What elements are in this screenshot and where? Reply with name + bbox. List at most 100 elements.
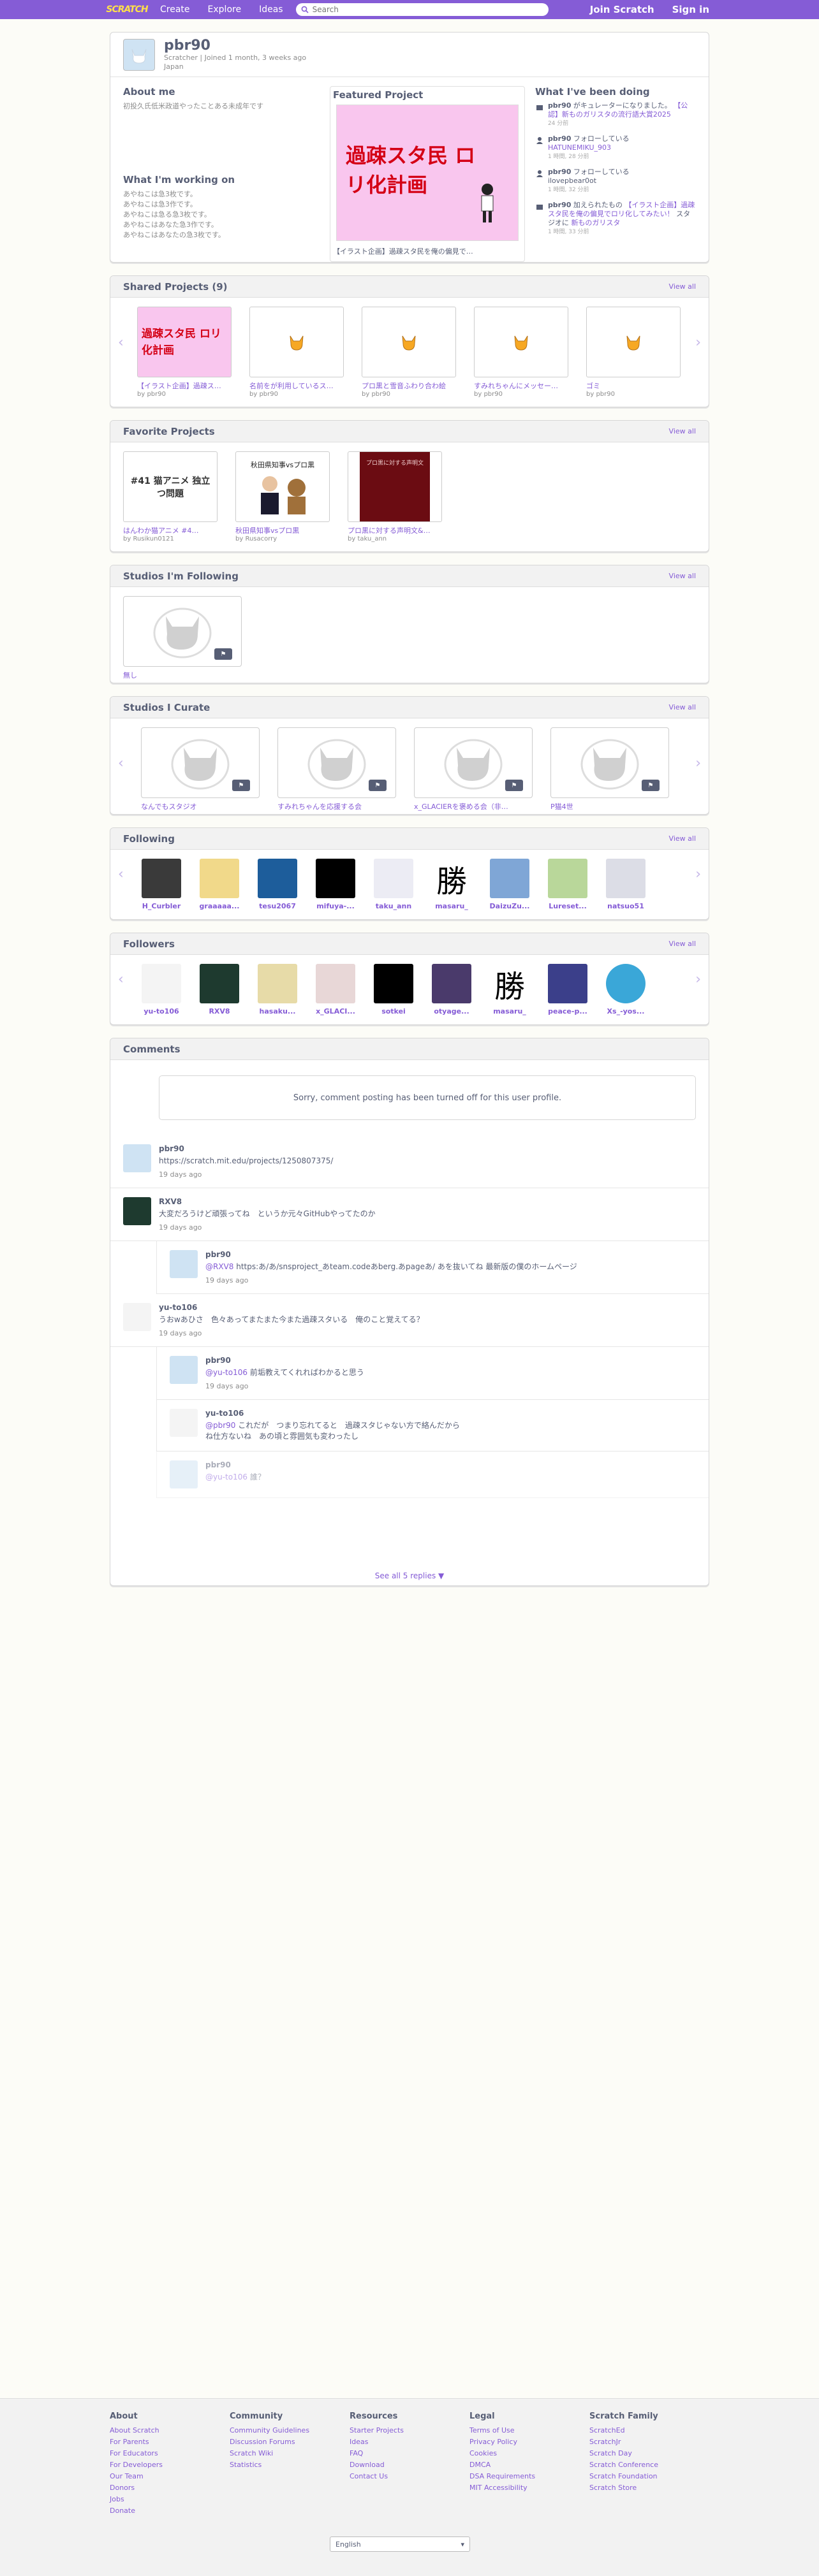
- follow-icon: [536, 170, 543, 177]
- view-all-link[interactable]: View all: [669, 572, 696, 580]
- footer-link[interactable]: Scratch Wiki: [230, 2449, 350, 2457]
- scroll-left-arrow-icon[interactable]: ‹: [118, 866, 124, 882]
- view-all-link[interactable]: View all: [669, 282, 696, 291]
- footer-link[interactable]: Ideas: [350, 2438, 469, 2446]
- footer-link[interactable]: Download: [350, 2461, 469, 2469]
- section-title: Studios I'm Following: [123, 570, 239, 582]
- user-card[interactable]: Lureset...: [543, 859, 592, 910]
- studio-card[interactable]: ⚑ なんでもスタジオ: [141, 727, 262, 811]
- featured-project[interactable]: Featured Project 過疎スタ民 ロリ化計画 【イラスト企画】過疎ス…: [329, 86, 525, 262]
- footer-link[interactable]: For Developers: [110, 2461, 230, 2469]
- user-card[interactable]: taku_ann: [369, 859, 418, 910]
- footer-link[interactable]: DSA Requirements: [469, 2472, 589, 2480]
- footer-link[interactable]: FAQ: [350, 2449, 469, 2457]
- footer-link[interactable]: DMCA: [469, 2461, 589, 2469]
- featured-thumbnail[interactable]: 過疎スタ民 ロリ化計画: [336, 105, 519, 241]
- avatar[interactable]: [123, 1144, 151, 1172]
- footer-link[interactable]: MIT Accessibility: [469, 2484, 589, 2492]
- footer-link[interactable]: Contact Us: [350, 2472, 469, 2480]
- nav-ideas[interactable]: Ideas: [250, 0, 292, 19]
- scroll-right-arrow-icon[interactable]: ›: [695, 971, 701, 987]
- scroll-right-arrow-icon[interactable]: ›: [695, 335, 701, 351]
- project-card[interactable]: すみれちゃんにメッセー… by pbr90: [474, 307, 573, 398]
- nav-explore[interactable]: Explore: [199, 0, 251, 19]
- footer-link[interactable]: Starter Projects: [350, 2426, 469, 2434]
- user-card[interactable]: yu-to106: [137, 964, 186, 1015]
- footer-link[interactable]: For Educators: [110, 2449, 230, 2457]
- view-all-link[interactable]: View all: [669, 703, 696, 711]
- about-text: 初投久氏低米政道やったことある未成年です: [123, 102, 263, 110]
- language-select[interactable]: English ▾: [330, 2536, 470, 2552]
- view-all-link[interactable]: View all: [669, 940, 696, 948]
- user-card[interactable]: DaizuZu...: [485, 859, 534, 910]
- footer-link[interactable]: Donate: [110, 2507, 230, 2515]
- project-card[interactable]: 過疎スタ民 ロリ化計画 【イラスト企画】過疎ス… by pbr90: [137, 307, 237, 398]
- footer-link[interactable]: Jobs: [110, 2495, 230, 2503]
- avatar[interactable]: [170, 1460, 198, 1488]
- footer-link[interactable]: Scratch Store: [589, 2484, 709, 2492]
- avatar[interactable]: [170, 1250, 198, 1278]
- search-input[interactable]: [312, 5, 529, 14]
- studio-card[interactable]: ⚑ x_GLACIERを褒める会（非公…: [414, 727, 535, 811]
- user-card[interactable]: H_Curbler: [137, 859, 186, 910]
- scroll-right-arrow-icon[interactable]: ›: [695, 755, 701, 771]
- scroll-left-arrow-icon[interactable]: ‹: [118, 755, 124, 771]
- footer-link[interactable]: Donors: [110, 2484, 230, 2492]
- footer-link[interactable]: ScratchEd: [589, 2426, 709, 2434]
- user-card[interactable]: Xs_-yos...: [601, 964, 650, 1015]
- studio-card[interactable]: ⚑ 無し: [123, 596, 244, 680]
- user-card[interactable]: 勝 masaru_: [485, 964, 534, 1015]
- featured-caption[interactable]: 【イラスト企画】過疎スタ民を俺の偏見で…: [333, 246, 522, 256]
- project-card[interactable]: 名前をが利用しているス… by pbr90: [249, 307, 349, 398]
- user-card[interactable]: mifuya-...: [311, 859, 360, 910]
- footer-link[interactable]: Privacy Policy: [469, 2438, 589, 2446]
- studio-card[interactable]: ⚑ P猫4世: [550, 727, 672, 811]
- project-card[interactable]: プロ黒と雪音ふわり合わ絵 by pbr90: [362, 307, 461, 398]
- footer-link[interactable]: Scratch Conference: [589, 2461, 709, 2469]
- project-card[interactable]: プロ黒に対する声明文 プロ黒に対する声明文&… by taku_ann: [348, 451, 447, 542]
- footer-link[interactable]: Statistics: [230, 2461, 350, 2469]
- user-card[interactable]: graaaaa...: [195, 859, 244, 910]
- user-card[interactable]: natsuo51: [601, 859, 650, 910]
- footer-link[interactable]: Scratch Day: [589, 2449, 709, 2457]
- nav-create[interactable]: Create: [151, 0, 199, 19]
- footer-link[interactable]: About Scratch: [110, 2426, 230, 2434]
- avatar[interactable]: [123, 1303, 151, 1331]
- user-card[interactable]: hasaku...: [253, 964, 302, 1015]
- sign-in-link[interactable]: Sign in: [672, 4, 709, 15]
- join-scratch-link[interactable]: Join Scratch: [590, 4, 654, 15]
- user-card[interactable]: x_GLACI...: [311, 964, 360, 1015]
- user-card[interactable]: peace-p...: [543, 964, 592, 1015]
- studio-icon: [536, 205, 543, 210]
- footer-link[interactable]: For Parents: [110, 2438, 230, 2446]
- project-card[interactable]: 秋田県知事vsプロ黒 秋田県知事vsプロ黒 by Rusacorry: [235, 451, 335, 542]
- footer-link[interactable]: Community Guidelines: [230, 2426, 350, 2434]
- footer-link[interactable]: ScratchJr: [589, 2438, 709, 2446]
- profile-box: pbr90 Scratcher | Joined 1 month, 3 week…: [110, 32, 709, 263]
- user-card[interactable]: 勝 masaru_: [427, 859, 476, 910]
- footer-link[interactable]: Terms of Use: [469, 2426, 589, 2434]
- avatar[interactable]: [123, 1197, 151, 1225]
- scratch-logo[interactable]: SCRATCH: [106, 2, 148, 17]
- avatar[interactable]: [170, 1409, 198, 1437]
- view-all-link[interactable]: View all: [669, 834, 696, 843]
- comments-disabled-notice: Sorry, comment posting has been turned o…: [159, 1075, 696, 1120]
- footer-link[interactable]: Scratch Foundation: [589, 2472, 709, 2480]
- studio-card[interactable]: ⚑ すみれちゃんを応援する会: [277, 727, 399, 811]
- user-card[interactable]: RXV8: [195, 964, 244, 1015]
- scroll-left-arrow-icon[interactable]: ‹: [118, 335, 124, 351]
- scroll-right-arrow-icon[interactable]: ›: [695, 866, 701, 882]
- search-box[interactable]: [295, 3, 549, 16]
- see-all-replies-button[interactable]: See all 5 replies ▼: [369, 1569, 450, 1583]
- footer-link[interactable]: Cookies: [469, 2449, 589, 2457]
- view-all-link[interactable]: View all: [669, 427, 696, 435]
- user-card[interactable]: sotkei: [369, 964, 418, 1015]
- user-card[interactable]: tesu2067: [253, 859, 302, 910]
- scroll-left-arrow-icon[interactable]: ‹: [118, 971, 124, 987]
- project-card[interactable]: #41 猫アニメ 独立つ問題 はんわか猫アニメ #4… by Rusikun012…: [123, 451, 223, 542]
- footer-link[interactable]: Our Team: [110, 2472, 230, 2480]
- project-card[interactable]: ゴミ by pbr90: [586, 307, 686, 398]
- user-card[interactable]: otyage...: [427, 964, 476, 1015]
- avatar[interactable]: [170, 1356, 198, 1384]
- footer-link[interactable]: Discussion Forums: [230, 2438, 350, 2446]
